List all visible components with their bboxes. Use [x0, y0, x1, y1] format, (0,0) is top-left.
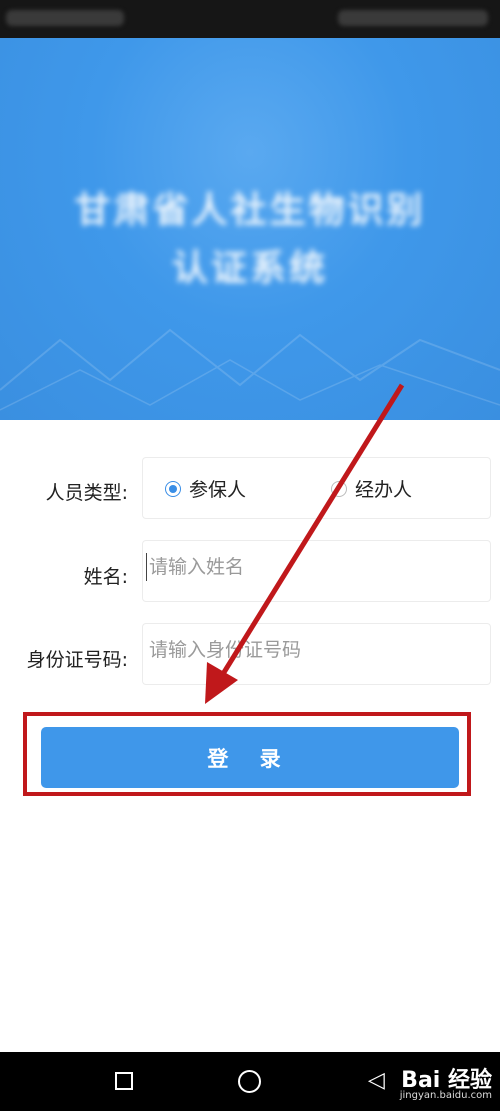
radio-agent[interactable]: 经办人 — [331, 475, 412, 502]
banner-title-line1: 甘肃省人社生物识别 — [74, 190, 426, 231]
name-label: 姓名: — [83, 566, 128, 588]
name-field-box — [142, 540, 491, 602]
radio-agent-label: 经办人 — [355, 479, 413, 501]
system-nav-bar: ◁ Bai 经验 jingyan.baidu.com — [0, 1052, 500, 1111]
back-icon[interactable]: ◁ — [368, 1068, 385, 1093]
radio-unchecked-icon — [331, 480, 347, 497]
radio-checked-icon — [165, 480, 181, 497]
name-input[interactable] — [147, 555, 481, 579]
banner-decoration — [0, 328, 500, 411]
id-field-box — [142, 623, 491, 685]
banner-title-line2: 认证系统 — [171, 248, 328, 289]
id-number-label: 身份证号码: — [26, 649, 128, 671]
status-right-blur — [338, 10, 488, 26]
recent-apps-icon[interactable] — [115, 1072, 133, 1090]
home-icon[interactable] — [238, 1070, 261, 1093]
radio-insured[interactable]: 参保人 — [165, 475, 246, 502]
id-number-input[interactable] — [147, 638, 481, 662]
radio-insured-label: 参保人 — [189, 479, 247, 501]
status-left-blur — [6, 10, 124, 26]
person-type-radio-group: 参保人 经办人 — [142, 457, 491, 519]
status-bar — [0, 0, 500, 38]
login-button[interactable]: 登 录 — [41, 727, 459, 788]
watermark-url: jingyan.baidu.com — [399, 1090, 492, 1101]
person-type-label: 人员类型: — [45, 482, 128, 504]
header-banner: 甘肃省人社生物识别 认证系统 — [0, 38, 500, 420]
